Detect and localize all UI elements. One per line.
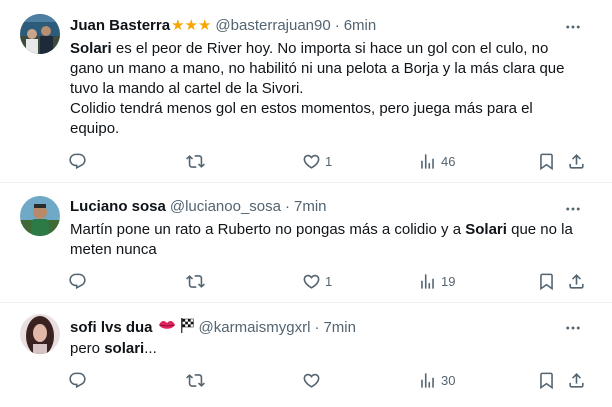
separator-dot: · <box>285 198 290 215</box>
retweet-button[interactable] <box>186 269 209 293</box>
like-count: 1 <box>325 273 333 289</box>
action-bar: 1 46 <box>62 149 592 173</box>
more-icon[interactable] <box>564 200 582 218</box>
reply-icon <box>68 371 87 390</box>
star-badge-icon: ★★★ <box>171 17 212 34</box>
like-button[interactable] <box>302 368 325 392</box>
timestamp[interactable]: 6min <box>344 17 377 34</box>
highlight-word: Solari <box>465 221 507 238</box>
text-line: pero <box>70 340 105 357</box>
share-button[interactable] <box>567 149 586 173</box>
user-handle[interactable]: @lucianoo_sosa <box>170 198 281 215</box>
share-icon <box>567 152 586 171</box>
like-button[interactable]: 1 <box>302 269 332 293</box>
retweet-icon <box>186 152 205 171</box>
retweet-button[interactable] <box>186 368 209 392</box>
checkered-flag-emoji <box>179 317 195 337</box>
like-icon <box>302 371 321 390</box>
bookmark-icon <box>537 371 556 390</box>
action-bar: 30 <box>62 368 592 392</box>
text-line: equipo. <box>70 120 120 137</box>
timestamp[interactable]: 7min <box>323 319 356 336</box>
reply-button[interactable] <box>68 269 91 293</box>
retweet-icon <box>186 371 205 390</box>
bookmark-button[interactable] <box>537 269 556 293</box>
text-line: gano un mano a mano, no habilitó ni una … <box>70 60 565 77</box>
action-bar: 1 19 <box>62 269 592 293</box>
more-icon[interactable] <box>564 18 582 36</box>
tweet-text: Solari es el peor de River hoy. No impor… <box>70 39 590 139</box>
text-line: es el peor de River hoy. No importa si h… <box>111 40 549 57</box>
display-name[interactable]: sofi lvs dua <box>70 319 153 336</box>
text-line: ... <box>144 340 157 357</box>
separator-dot: · <box>334 16 340 34</box>
tweet-2[interactable]: Luciano sosa @lucianoo_sosa · 7min Martí… <box>0 183 612 303</box>
like-icon <box>302 152 321 171</box>
like-count: 1 <box>325 153 333 169</box>
tweet-1[interactable]: Juan Basterra ★★★ @basterrajuan90 · 6min… <box>0 0 612 183</box>
reply-button[interactable] <box>68 368 91 392</box>
highlight-word: solari <box>104 340 145 357</box>
retweet-button[interactable] <box>186 149 209 173</box>
highlight-word: Solari <box>70 40 112 57</box>
views-button[interactable]: 19 <box>418 269 455 293</box>
text-line: Colidio tendrá menos gol en estos moment… <box>70 100 533 117</box>
avatar[interactable] <box>20 314 60 354</box>
views-icon <box>418 272 437 291</box>
share-button[interactable] <box>567 269 586 293</box>
bookmark-button[interactable] <box>537 149 556 173</box>
reply-icon <box>68 152 87 171</box>
display-name[interactable]: Juan Basterra <box>70 17 170 34</box>
tweet-text: Martín pone un rato a Ruberto no pongas … <box>70 220 590 260</box>
reply-button[interactable] <box>68 149 91 173</box>
bookmark-icon <box>537 152 556 171</box>
tweet-header: sofi lvs dua @karmaismygxrl · 7min <box>70 317 562 337</box>
tweet-text: pero solari... <box>70 339 590 359</box>
user-handle[interactable]: @basterrajuan90 <box>215 17 330 34</box>
tweet-3[interactable]: sofi lvs dua @karmaismygxrl · 7min pero … <box>0 303 612 407</box>
text-line: Martín pone un rato a Ruberto no pongas … <box>70 221 466 238</box>
text-line: que no la <box>506 221 573 238</box>
views-button[interactable]: 46 <box>418 149 455 173</box>
reply-icon <box>68 272 87 291</box>
text-line: tuvo la mando al cartel de la Sivori. <box>70 80 304 97</box>
bookmark-icon <box>537 272 556 291</box>
lips-emoji <box>158 318 176 336</box>
user-handle[interactable]: @karmaismygxrl <box>199 319 311 336</box>
separator-dot: · <box>314 318 320 336</box>
views-button[interactable]: 30 <box>418 368 455 392</box>
avatar[interactable] <box>20 196 60 236</box>
like-button[interactable]: 1 <box>302 149 332 173</box>
views-icon <box>418 371 437 390</box>
tweet-header: Luciano sosa @lucianoo_sosa · 7min <box>70 198 562 215</box>
text-line: meten nunca <box>70 241 157 258</box>
retweet-icon <box>186 272 205 291</box>
views-count: 30 <box>441 372 456 388</box>
more-icon[interactable] <box>564 319 582 337</box>
bookmark-button[interactable] <box>537 368 556 392</box>
share-button[interactable] <box>567 368 586 392</box>
avatar[interactable] <box>20 14 60 54</box>
display-name[interactable]: Luciano sosa <box>70 198 166 215</box>
views-count: 46 <box>441 153 456 169</box>
timestamp[interactable]: 7min <box>294 198 327 215</box>
tweet-header: Juan Basterra ★★★ @basterrajuan90 · 6min <box>70 16 562 35</box>
share-icon <box>567 272 586 291</box>
share-icon <box>567 371 586 390</box>
views-count: 19 <box>441 273 456 289</box>
like-icon <box>302 272 321 291</box>
views-icon <box>418 152 437 171</box>
